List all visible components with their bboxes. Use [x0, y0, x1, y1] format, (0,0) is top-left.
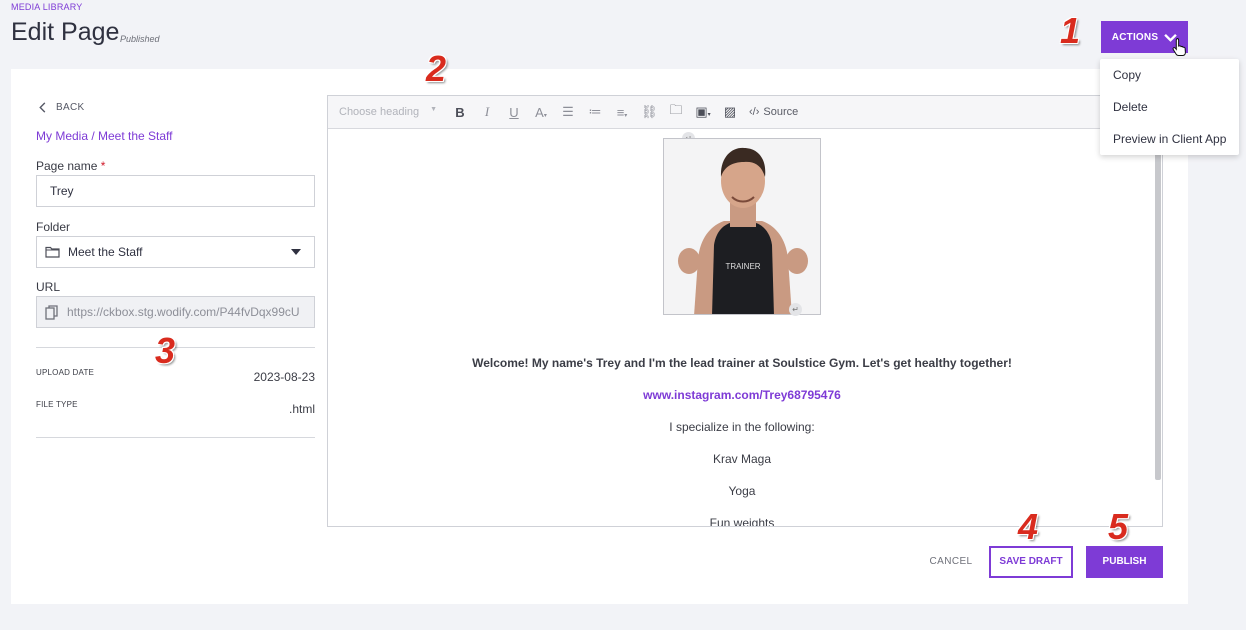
- page-name-label: Page name *: [36, 159, 105, 173]
- rich-text-editor: Choose heading ▼ B I U A▾ ☰ ≔ ≡▾ ⛓ 🗀 ▣▾ …: [327, 95, 1163, 527]
- annotation-number: 2: [426, 48, 447, 89]
- editor-scrollbar[interactable]: [1155, 128, 1161, 480]
- breadcrumb[interactable]: MEDIA LIBRARY: [11, 2, 82, 12]
- url-field[interactable]: https://ckbox.stg.wodify.com/P44fvDqx99c…: [36, 296, 315, 328]
- upload-date-label: UPLOAD DATE: [36, 368, 95, 377]
- editor-content[interactable]: ↵ TRAINER ↵ Welcome! My name's Trey and …: [328, 130, 1156, 526]
- underline-icon[interactable]: U: [506, 105, 522, 120]
- source-button[interactable]: ‹/› Source: [749, 106, 798, 118]
- caret-down-icon: [291, 249, 301, 255]
- cancel-button[interactable]: CANCEL: [925, 552, 977, 572]
- page-name-value: Trey: [50, 184, 74, 198]
- divider: [36, 347, 315, 348]
- status-badge: Published: [120, 34, 160, 44]
- heading-select[interactable]: Choose heading ▼: [339, 106, 441, 118]
- link-icon[interactable]: ⛓: [641, 104, 658, 120]
- annotation-number: 3: [155, 330, 176, 371]
- source-code-icon: ‹/›: [749, 106, 760, 118]
- page-name-input[interactable]: Trey: [36, 175, 315, 207]
- font-color-icon[interactable]: A▾: [533, 105, 549, 120]
- page-title: Edit Page: [11, 18, 120, 46]
- upload-date-value: 2023-08-23: [253, 370, 315, 384]
- actions-label: ACTIONS: [1111, 31, 1159, 43]
- folder-value: Meet the Staff: [68, 245, 143, 259]
- list-item: Yoga: [728, 484, 756, 498]
- folder-label: Folder: [36, 220, 71, 234]
- menu-item-copy[interactable]: Copy: [1100, 59, 1239, 91]
- return-icon[interactable]: ↵: [789, 303, 802, 316]
- page-name-label-text: Page name: [36, 159, 98, 173]
- source-label: Source: [763, 106, 799, 118]
- required-mark: *: [100, 159, 106, 173]
- file-type-value: .html: [288, 402, 315, 416]
- folder-icon: [45, 246, 60, 258]
- annotation-number: 1: [1060, 10, 1081, 51]
- caret-down-icon: ▼: [430, 106, 437, 113]
- bulleted-list-icon[interactable]: ☰: [560, 104, 576, 120]
- chevron-left-icon: [39, 102, 46, 113]
- align-icon[interactable]: ≡▾: [614, 105, 630, 120]
- media-embed-icon[interactable]: ▣▾: [695, 104, 711, 120]
- insert-folder-icon[interactable]: 🗀: [668, 101, 684, 123]
- copy-icon[interactable]: [45, 304, 58, 320]
- hand-cursor-icon: [1172, 38, 1186, 56]
- italic-icon[interactable]: I: [479, 104, 495, 120]
- specialize-text: I specialize in the following:: [669, 420, 815, 434]
- url-label: URL: [36, 280, 61, 294]
- shirt-text: TRAINER: [725, 262, 760, 271]
- heading-placeholder: Choose heading: [339, 106, 420, 118]
- annotation-number: 5: [1108, 506, 1129, 547]
- back-label: BACK: [56, 102, 85, 113]
- divider: [36, 437, 315, 438]
- folder-select[interactable]: Meet the Staff: [36, 236, 315, 268]
- editor-toolbar: Choose heading ▼ B I U A▾ ☰ ≔ ≡▾ ⛓ 🗀 ▣▾ …: [328, 96, 1162, 129]
- file-type-label: FILE TYPE: [36, 400, 78, 409]
- welcome-text: Welcome! My name's Trey and I'm the lead…: [472, 356, 1012, 370]
- menu-item-preview[interactable]: Preview in Client App: [1100, 123, 1239, 155]
- actions-dropdown-menu: Copy Delete Preview in Client App: [1100, 59, 1239, 155]
- list-item: Krav Maga: [712, 452, 772, 466]
- annotation-number: 4: [1018, 506, 1039, 547]
- instagram-link[interactable]: www.instagram.com/Trey68795476: [328, 388, 1156, 402]
- url-value: https://ckbox.stg.wodify.com/P44fvDqx99c…: [67, 305, 300, 319]
- numbered-list-icon[interactable]: ≔: [587, 104, 603, 120]
- image-icon[interactable]: ▨: [722, 104, 738, 120]
- back-button[interactable]: BACK: [38, 102, 84, 113]
- trainer-illustration: TRAINER: [664, 139, 820, 314]
- trainer-photo[interactable]: TRAINER: [663, 138, 821, 315]
- publish-button[interactable]: PUBLISH: [1086, 546, 1163, 578]
- menu-item-delete[interactable]: Delete: [1100, 91, 1239, 123]
- save-draft-button[interactable]: SAVE DRAFT: [989, 546, 1073, 578]
- folder-path-link[interactable]: My Media / Meet the Staff: [36, 129, 173, 143]
- bold-icon[interactable]: B: [452, 105, 468, 120]
